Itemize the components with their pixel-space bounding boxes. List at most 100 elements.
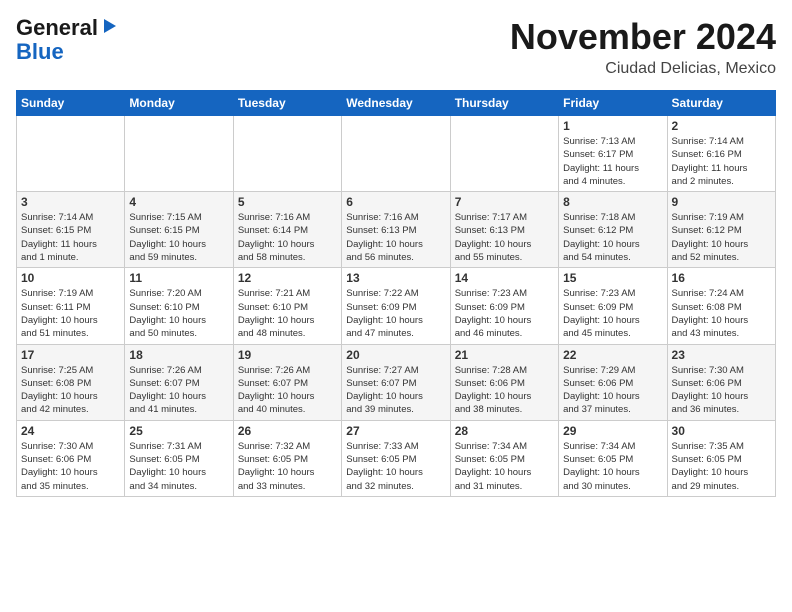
day-cell-21: 21Sunrise: 7:28 AM Sunset: 6:06 PM Dayli… <box>450 344 558 420</box>
day-number: 23 <box>672 348 771 362</box>
day-number: 3 <box>21 195 120 209</box>
weekday-header-monday: Monday <box>125 91 233 116</box>
day-number: 9 <box>672 195 771 209</box>
day-cell-8: 8 Sunrise: 7:18 AM Sunset: 6:12 PM Daylig… <box>559 192 667 268</box>
day-info: Sunrise: 7:34 AM Sunset: 6:05 PM Dayligh… <box>455 440 554 493</box>
day-info: Sunrise: 7:14 AM Sunset: 6:15 PM Dayligh… <box>21 211 120 264</box>
day-cell-16: 16 Sunrise: 7:24 AM Sunset: 6:08 PM Dayli… <box>667 268 775 344</box>
weekday-header-saturday: Saturday <box>667 91 775 116</box>
day-number: 16 <box>672 271 771 285</box>
day-number: 25 <box>129 424 228 438</box>
day-info: Sunrise: 7:31 AM Sunset: 6:05 PM Dayligh… <box>129 440 228 493</box>
day-info: Sunrise: 7:26 AM Sunset: 6:07 PM Dayligh… <box>238 364 337 417</box>
day-cell-5: 5 Sunrise: 7:16 AM Sunset: 6:14 PM Daylig… <box>233 192 341 268</box>
day-number: 13 <box>346 271 445 285</box>
day-info: Sunrise: 7:16 AM Sunset: 6:13 PM Dayligh… <box>346 211 445 264</box>
day-number: 18 <box>129 348 228 362</box>
empty-cell <box>125 116 233 192</box>
weekday-header-friday: Friday <box>559 91 667 116</box>
day-info: Sunrise: 7:23 AM Sunset: 6:09 PM Dayligh… <box>563 287 662 340</box>
day-cell-20: 20 Sunrise: 7:27 AM Sunset: 6:07 PM Dayli… <box>342 344 450 420</box>
logo-arrow-icon <box>100 17 118 40</box>
week-row-5: 24 Sunrise: 7:30 AM Sunset: 6:06 PM Dayli… <box>17 420 776 496</box>
day-info: Sunrise: 7:24 AM Sunset: 6:08 PM Dayligh… <box>672 287 771 340</box>
logo-text-blue: Blue <box>16 39 64 64</box>
day-cell-3: 3 Sunrise: 7:14 AM Sunset: 6:15 PM Daylig… <box>17 192 125 268</box>
day-info: Sunrise: 7:29 AM Sunset: 6:06 PM Dayligh… <box>563 364 662 417</box>
day-cell-19: 19 Sunrise: 7:26 AM Sunset: 6:07 PM Dayli… <box>233 344 341 420</box>
week-row-2: 3 Sunrise: 7:14 AM Sunset: 6:15 PM Daylig… <box>17 192 776 268</box>
day-number: 2 <box>672 119 771 133</box>
day-number: 27 <box>346 424 445 438</box>
page-header: General Blue November 2024 Ciudad Delici… <box>16 16 776 78</box>
day-cell-24: 24 Sunrise: 7:30 AM Sunset: 6:06 PM Dayli… <box>17 420 125 496</box>
day-cell-13: 13 Sunrise: 7:22 AM Sunset: 6:09 PM Dayli… <box>342 268 450 344</box>
day-number: 24 <box>21 424 120 438</box>
day-info: Sunrise: 7:13 AM Sunset: 6:17 PM Dayligh… <box>563 135 662 188</box>
weekday-header-thursday: Thursday <box>450 91 558 116</box>
day-cell-10: 10 Sunrise: 7:19 AM Sunset: 6:11 PM Dayli… <box>17 268 125 344</box>
empty-cell <box>17 116 125 192</box>
week-row-3: 10 Sunrise: 7:19 AM Sunset: 6:11 PM Dayli… <box>17 268 776 344</box>
location: Ciudad Delicias, Mexico <box>510 60 776 78</box>
day-number: 1 <box>563 119 662 133</box>
day-cell-28: 28 Sunrise: 7:34 AM Sunset: 6:05 PM Dayli… <box>450 420 558 496</box>
title-area: November 2024 Ciudad Delicias, Mexico <box>510 16 776 78</box>
day-number: 15 <box>563 271 662 285</box>
day-info: Sunrise: 7:25 AM Sunset: 6:08 PM Dayligh… <box>21 364 120 417</box>
day-number: 19 <box>238 348 337 362</box>
day-cell-27: 27 Sunrise: 7:33 AM Sunset: 6:05 PM Dayli… <box>342 420 450 496</box>
day-cell-30: 30Sunrise: 7:35 AM Sunset: 6:05 PM Dayli… <box>667 420 775 496</box>
day-number: 20 <box>346 348 445 362</box>
day-info: Sunrise: 7:33 AM Sunset: 6:05 PM Dayligh… <box>346 440 445 493</box>
day-info: Sunrise: 7:27 AM Sunset: 6:07 PM Dayligh… <box>346 364 445 417</box>
day-number: 10 <box>21 271 120 285</box>
day-cell-18: 18 Sunrise: 7:26 AM Sunset: 6:07 PM Dayli… <box>125 344 233 420</box>
logo-text-general: General <box>16 16 98 40</box>
day-number: 14 <box>455 271 554 285</box>
day-info: Sunrise: 7:28 AM Sunset: 6:06 PM Dayligh… <box>455 364 554 417</box>
day-number: 6 <box>346 195 445 209</box>
empty-cell <box>342 116 450 192</box>
empty-cell <box>233 116 341 192</box>
day-info: Sunrise: 7:15 AM Sunset: 6:15 PM Dayligh… <box>129 211 228 264</box>
day-info: Sunrise: 7:22 AM Sunset: 6:09 PM Dayligh… <box>346 287 445 340</box>
day-cell-15: 15 Sunrise: 7:23 AM Sunset: 6:09 PM Dayli… <box>559 268 667 344</box>
day-info: Sunrise: 7:26 AM Sunset: 6:07 PM Dayligh… <box>129 364 228 417</box>
day-cell-11: 11Sunrise: 7:20 AM Sunset: 6:10 PM Dayli… <box>125 268 233 344</box>
day-number: 22 <box>563 348 662 362</box>
day-info: Sunrise: 7:17 AM Sunset: 6:13 PM Dayligh… <box>455 211 554 264</box>
day-number: 28 <box>455 424 554 438</box>
day-info: Sunrise: 7:18 AM Sunset: 6:12 PM Dayligh… <box>563 211 662 264</box>
day-number: 30 <box>672 424 771 438</box>
day-number: 12 <box>238 271 337 285</box>
day-info: Sunrise: 7:21 AM Sunset: 6:10 PM Dayligh… <box>238 287 337 340</box>
day-number: 11 <box>129 271 228 285</box>
day-number: 17 <box>21 348 120 362</box>
day-number: 4 <box>129 195 228 209</box>
day-cell-7: 7Sunrise: 7:17 AM Sunset: 6:13 PM Daylig… <box>450 192 558 268</box>
day-info: Sunrise: 7:32 AM Sunset: 6:05 PM Dayligh… <box>238 440 337 493</box>
day-cell-1: 1 Sunrise: 7:13 AM Sunset: 6:17 PM Daylig… <box>559 116 667 192</box>
day-info: Sunrise: 7:19 AM Sunset: 6:11 PM Dayligh… <box>21 287 120 340</box>
day-cell-23: 23Sunrise: 7:30 AM Sunset: 6:06 PM Dayli… <box>667 344 775 420</box>
day-cell-26: 26Sunrise: 7:32 AM Sunset: 6:05 PM Dayli… <box>233 420 341 496</box>
day-info: Sunrise: 7:30 AM Sunset: 6:06 PM Dayligh… <box>21 440 120 493</box>
day-info: Sunrise: 7:14 AM Sunset: 6:16 PM Dayligh… <box>672 135 771 188</box>
day-cell-4: 4 Sunrise: 7:15 AM Sunset: 6:15 PM Daylig… <box>125 192 233 268</box>
day-number: 5 <box>238 195 337 209</box>
day-info: Sunrise: 7:16 AM Sunset: 6:14 PM Dayligh… <box>238 211 337 264</box>
day-cell-9: 9 Sunrise: 7:19 AM Sunset: 6:12 PM Daylig… <box>667 192 775 268</box>
day-cell-12: 12 Sunrise: 7:21 AM Sunset: 6:10 PM Dayli… <box>233 268 341 344</box>
day-cell-6: 6 Sunrise: 7:16 AM Sunset: 6:13 PM Daylig… <box>342 192 450 268</box>
day-cell-2: 2 Sunrise: 7:14 AM Sunset: 6:16 PM Daylig… <box>667 116 775 192</box>
empty-cell <box>450 116 558 192</box>
week-row-4: 17 Sunrise: 7:25 AM Sunset: 6:08 PM Dayli… <box>17 344 776 420</box>
day-info: Sunrise: 7:34 AM Sunset: 6:05 PM Dayligh… <box>563 440 662 493</box>
logo: General Blue <box>16 16 118 64</box>
day-info: Sunrise: 7:23 AM Sunset: 6:09 PM Dayligh… <box>455 287 554 340</box>
day-cell-17: 17 Sunrise: 7:25 AM Sunset: 6:08 PM Dayli… <box>17 344 125 420</box>
weekday-header-tuesday: Tuesday <box>233 91 341 116</box>
day-info: Sunrise: 7:19 AM Sunset: 6:12 PM Dayligh… <box>672 211 771 264</box>
day-number: 8 <box>563 195 662 209</box>
